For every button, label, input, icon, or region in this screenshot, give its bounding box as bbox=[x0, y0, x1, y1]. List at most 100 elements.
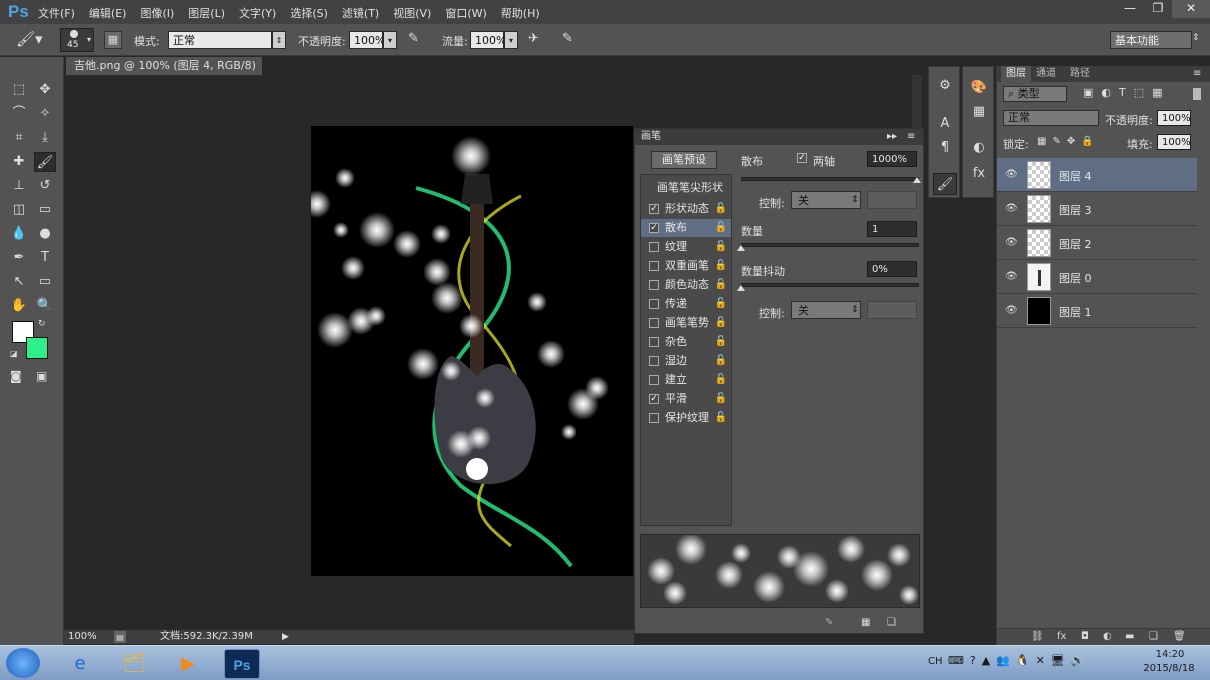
visibility-eye-icon[interactable]: 👁 bbox=[1005, 203, 1018, 214]
brush-panel-icon[interactable]: 🖌 bbox=[933, 173, 957, 195]
clock-time[interactable]: 14:20 bbox=[1140, 649, 1200, 660]
flow-input[interactable]: 100% bbox=[470, 31, 506, 49]
option-texture[interactable]: 纹理 🔓 bbox=[641, 238, 731, 256]
option-noise[interactable]: 杂色 🔓 bbox=[641, 333, 731, 351]
menu-window[interactable]: 窗口(W) bbox=[445, 5, 486, 21]
checkbox-shape-dynamics[interactable]: ✓ bbox=[649, 204, 659, 214]
brush-size-picker[interactable]: 45 ▾ bbox=[60, 28, 94, 52]
marquee-tool-icon[interactable]: ⬚ bbox=[8, 80, 30, 100]
mode-select[interactable]: 正常 bbox=[168, 31, 272, 49]
toggle-live-tip-icon[interactable]: ✎ bbox=[825, 617, 833, 628]
menu-select[interactable]: 选择(S) bbox=[290, 5, 328, 21]
eraser-tool-icon[interactable]: ◫ bbox=[8, 200, 30, 220]
lock-icon[interactable]: 🔓 bbox=[715, 352, 727, 370]
layer-filter-icons[interactable]: ▣◐T⬚▦ bbox=[1083, 86, 1171, 99]
option-scattering[interactable]: ✓ 散布 🔓 bbox=[641, 219, 731, 237]
history-brush-tool-icon[interactable]: ↺ bbox=[34, 176, 56, 196]
option-protect-texture[interactable]: 保护纹理 🔓 bbox=[641, 409, 731, 427]
screen-mode-icon[interactable]: ▣ bbox=[36, 369, 47, 383]
count-slider-thumb[interactable] bbox=[737, 245, 745, 251]
scatter-slider-thumb[interactable] bbox=[913, 177, 921, 183]
new-group-icon[interactable]: ▬ bbox=[1125, 631, 1134, 642]
menu-layer[interactable]: 图层(L) bbox=[188, 5, 225, 21]
tray-icons[interactable]: ⌨?▲👥🐧✕🖥🔊 bbox=[948, 654, 1090, 667]
menu-type[interactable]: 文字(Y) bbox=[239, 5, 276, 21]
type-tool-icon[interactable]: T bbox=[34, 248, 56, 268]
option-dual-brush[interactable]: 双重画笔 🔓 bbox=[641, 257, 731, 275]
menu-help[interactable]: 帮助(H) bbox=[501, 5, 540, 21]
lock-icon[interactable]: 🔓 bbox=[715, 295, 727, 313]
quick-mask-icon[interactable]: ◙ bbox=[10, 369, 22, 383]
document-canvas[interactable] bbox=[311, 126, 633, 576]
checkbox-brush-pose[interactable] bbox=[649, 318, 659, 328]
path-select-tool-icon[interactable]: ↖ bbox=[8, 272, 30, 292]
lasso-tool-icon[interactable]: ⌒ bbox=[8, 104, 30, 124]
blur-tool-icon[interactable]: 💧 bbox=[8, 224, 30, 244]
checkbox-texture[interactable] bbox=[649, 242, 659, 252]
checkbox-transfer[interactable] bbox=[649, 299, 659, 309]
count-jitter-input[interactable]: 0% bbox=[867, 261, 917, 277]
checkbox-dual-brush[interactable] bbox=[649, 261, 659, 271]
checkbox-color-dynamics[interactable] bbox=[649, 280, 659, 290]
restore-button[interactable]: ❐ bbox=[1144, 0, 1172, 18]
menu-view[interactable]: 视图(V) bbox=[393, 5, 431, 21]
eyedropper-tool-icon[interactable]: ⤓ bbox=[34, 128, 56, 148]
shape-tool-icon[interactable]: ▭ bbox=[34, 272, 56, 292]
option-shape-dynamics[interactable]: ✓ 形状动态 🔓 bbox=[641, 200, 731, 218]
opacity-dropdown-icon[interactable]: ▾ bbox=[383, 31, 397, 49]
status-info-icon[interactable]: ▤ bbox=[114, 631, 126, 643]
layer-row[interactable]: 👁 图层 4 bbox=[997, 158, 1197, 192]
layer-opacity-input[interactable]: 100% bbox=[1157, 110, 1191, 126]
tab-paths[interactable]: 路径 bbox=[1065, 66, 1095, 82]
menu-edit[interactable]: 编辑(E) bbox=[89, 5, 127, 21]
character-panel-icon[interactable]: A bbox=[933, 113, 957, 135]
zoom-tool-icon[interactable]: 🔍 bbox=[34, 296, 56, 316]
add-mask-icon[interactable]: ◘ bbox=[1081, 631, 1089, 642]
airbrush-icon[interactable]: ✈ bbox=[528, 31, 548, 49]
clock-date[interactable]: 2015/8/18 bbox=[1136, 663, 1202, 674]
menu-filter[interactable]: 滤镜(T) bbox=[342, 5, 379, 21]
layer-row[interactable]: 👁 图层 2 bbox=[997, 226, 1197, 260]
history-panel-icon[interactable]: ⚙ bbox=[933, 75, 957, 97]
language-indicator[interactable]: CH bbox=[928, 656, 943, 667]
photoshop-taskbar-icon[interactable]: Ps bbox=[224, 649, 260, 679]
crop-tool-icon[interactable]: ⌗ bbox=[8, 128, 30, 148]
option-build-up[interactable]: 建立 🔓 bbox=[641, 371, 731, 389]
menu-image[interactable]: 图像(I) bbox=[140, 5, 174, 21]
adjustment-layer-icon[interactable]: ◐ bbox=[1103, 631, 1112, 642]
tab-channels[interactable]: 通道 bbox=[1031, 66, 1061, 82]
media-player-icon[interactable]: ▶ bbox=[170, 649, 206, 679]
new-brush-icon[interactable]: ❏ bbox=[887, 617, 896, 628]
lock-options-icons[interactable]: ▦✎✥🔒 bbox=[1037, 136, 1100, 147]
lock-icon[interactable]: 🔓 bbox=[715, 200, 727, 218]
panel-menu-icon[interactable]: ≡ bbox=[907, 129, 915, 145]
filter-toggle[interactable] bbox=[1193, 88, 1201, 100]
lock-icon[interactable]: 🔓 bbox=[715, 371, 727, 389]
lock-icon[interactable]: 🔓 bbox=[715, 333, 727, 351]
close-button[interactable]: ✕ bbox=[1172, 0, 1210, 18]
visibility-eye-icon[interactable]: 👁 bbox=[1005, 169, 1018, 180]
lock-icon[interactable]: 🔓 bbox=[715, 257, 727, 275]
fill-input[interactable]: 100% bbox=[1157, 134, 1191, 150]
checkbox-smoothing[interactable]: ✓ bbox=[649, 394, 659, 404]
layer-style-icon[interactable]: fx bbox=[1057, 631, 1066, 642]
default-colors-icon[interactable]: ◪ bbox=[10, 349, 18, 358]
count-slider[interactable] bbox=[741, 243, 919, 247]
lock-icon[interactable]: 🔓 bbox=[715, 219, 727, 237]
color-panel-icon[interactable]: 🎨 bbox=[967, 77, 991, 99]
status-menu-arrow-icon[interactable]: ▶ bbox=[282, 630, 289, 644]
brush-tip-shape-header[interactable]: 画笔笔尖形状 bbox=[641, 179, 731, 197]
layer-row[interactable]: 👁 图层 1 bbox=[997, 294, 1197, 328]
layer-filter-select[interactable]: ⌕ 类型 bbox=[1003, 86, 1067, 102]
workspace-select[interactable]: 基本功能 bbox=[1110, 31, 1192, 49]
pressure-size-icon[interactable]: ✎ bbox=[562, 31, 582, 49]
option-wet-edges[interactable]: 湿边 🔓 bbox=[641, 352, 731, 370]
scatter-value-input[interactable]: 1000% bbox=[867, 151, 917, 167]
brush-tool-icon[interactable]: 🖌 bbox=[34, 152, 56, 172]
lock-icon[interactable]: 🔓 bbox=[715, 314, 727, 332]
pen-tool-icon[interactable]: ✒ bbox=[8, 248, 30, 268]
option-smoothing[interactable]: ✓ 平滑 🔓 bbox=[641, 390, 731, 408]
checkbox-protect-texture[interactable] bbox=[649, 413, 659, 423]
visibility-eye-icon[interactable]: 👁 bbox=[1005, 271, 1018, 282]
dodge-tool-icon[interactable]: ● bbox=[34, 224, 56, 244]
